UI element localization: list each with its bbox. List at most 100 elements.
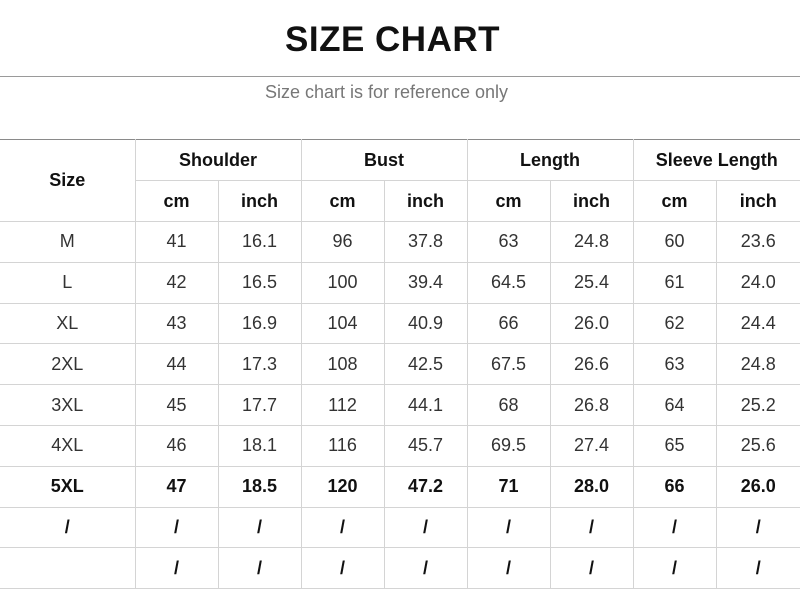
table-row: / / / / / / / / [0,547,800,590]
header-unit-cm: cm [135,180,219,222]
measurement-cell: 45.7 [383,424,468,467]
measurement-cell: 24.8 [549,221,634,263]
header-unit-cm: cm [632,180,717,222]
measurement-cell: 28.0 [549,465,634,508]
measurement-cell: / [383,547,468,590]
measurement-cell: / [715,547,800,590]
measurement-cell: / [300,547,385,590]
size-label-cell: L [0,261,136,304]
measurement-cell: 64 [632,384,717,426]
measurement-cell: / [300,506,385,549]
size-label-cell: M [0,221,136,263]
table-row: / / / / / / / / / [0,506,800,549]
measurement-cell: 66 [632,465,717,508]
measurement-cell: 26.8 [549,384,634,426]
header-row-groups: Size Shoulder Bust Length Sleeve Length [0,139,800,222]
measurement-cell: 65 [632,424,717,467]
measurement-cell: 17.7 [217,384,302,426]
size-label-cell: 4XL [0,424,136,467]
measurement-cell: / [383,506,468,549]
measurement-cell: 96 [300,221,385,263]
header-unit-inch: inch [383,180,468,222]
measurement-cell: 26.0 [549,302,634,345]
table-row: 4XL 46 18.1 116 45.7 69.5 27.4 65 25.6 [0,424,800,467]
table-row: XL 43 16.9 104 40.9 66 26.0 62 24.4 [0,302,800,345]
size-label-cell: 3XL [0,384,136,426]
measurement-cell: 16.1 [217,221,302,263]
measurement-cell: 18.5 [217,465,302,508]
measurement-cell: 41 [134,221,219,263]
measurement-cell: 71 [466,465,551,508]
measurement-cell: 66 [466,302,551,345]
measurement-cell: 100 [300,261,385,304]
measurement-cell: / [549,506,634,549]
table-row: 3XL 45 17.7 112 44.1 68 26.8 64 25.2 [0,384,800,426]
reference-note: Size chart is for reference only [264,82,509,102]
measurement-cell: 120 [300,465,385,508]
measurement-cell: 104 [300,302,385,345]
measurement-cell: / [134,506,219,549]
measurement-cell: 108 [300,343,385,386]
header-sleeve-length: Sleeve Length [632,139,800,181]
header-unit-cm: cm [466,180,551,222]
measurement-cell: 67.5 [466,343,551,386]
size-label-cell: XL [0,302,136,345]
measurement-cell: 39.4 [383,261,468,304]
measurement-cell: 37.8 [383,221,468,263]
page-title: SIZE CHART [285,20,500,59]
measurement-cell: 43 [134,302,219,345]
measurement-cell: 64.5 [466,261,551,304]
measurement-cell: 112 [300,384,385,426]
header-unit-inch: inch [715,180,800,222]
size-label-cell: / [0,506,136,549]
measurement-cell: 63 [466,221,551,263]
header-size: Size [0,139,136,222]
measurement-cell: 26.0 [715,465,800,508]
table-row: 5XL 47 18.5 120 47.2 71 28.0 66 26.0 [0,465,800,508]
measurement-cell: 60 [632,221,717,263]
size-chart-table: Size Shoulder Bust Length Sleeve Length … [0,139,800,590]
measurement-cell: 68 [466,384,551,426]
measurement-cell: 40.9 [383,302,468,345]
measurement-cell: 45 [134,384,219,426]
header-unit-inch: inch [549,180,634,222]
measurement-cell: 16.5 [217,261,302,304]
measurement-cell: 44 [134,343,219,386]
header-bust: Bust [300,139,468,181]
measurement-cell: 25.4 [549,261,634,304]
header-unit-inch: inch [217,180,302,222]
size-label-cell [0,547,136,590]
measurement-cell: 24.8 [715,343,800,386]
measurement-cell: 24.4 [715,302,800,345]
header-unit-cm: cm [300,180,385,222]
measurement-cell: / [217,506,302,549]
measurement-cell: 26.6 [549,343,634,386]
size-label-cell: 2XL [0,343,136,386]
table-row: M 41 16.1 96 37.8 63 24.8 60 23.6 [0,221,800,263]
measurement-cell: 17.3 [217,343,302,386]
table-body: M 41 16.1 96 37.8 63 24.8 60 23.6 L 42 16.5 100 39.4 6… [0,221,800,590]
measurement-cell: 69.5 [466,424,551,467]
measurement-cell: 62 [632,302,717,345]
measurement-cell: 25.6 [715,424,800,467]
measurement-cell: / [549,547,634,590]
measurement-cell: 47.2 [383,465,468,508]
measurement-cell: / [632,547,717,590]
measurement-cell: 42 [134,261,219,304]
measurement-cell: 63 [632,343,717,386]
measurement-cell: / [134,547,219,590]
measurement-cell: 61 [632,261,717,304]
table-row: 2XL 44 17.3 108 42.5 67.5 26.6 63 24.8 [0,343,800,386]
header-shoulder: Shoulder [134,139,302,181]
measurement-cell: 24.0 [715,261,800,304]
header-length: Length [466,139,634,181]
measurement-cell: 18.1 [217,424,302,467]
measurement-cell: / [466,506,551,549]
measurement-cell: / [217,547,302,590]
measurement-cell: / [466,547,551,590]
measurement-cell: 116 [300,424,385,467]
measurement-cell: 42.5 [383,343,468,386]
title-divider [0,76,800,77]
measurement-cell: 47 [134,465,219,508]
measurement-cell: 27.4 [549,424,634,467]
